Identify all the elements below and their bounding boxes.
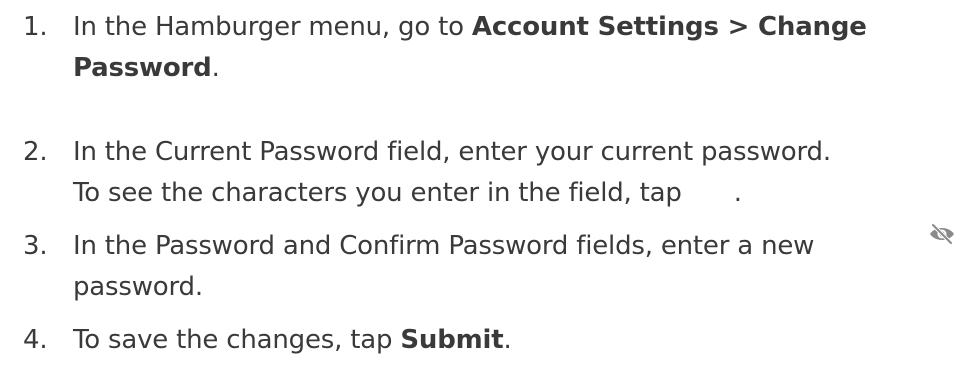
step-text: In the Current Password field, enter you…	[73, 132, 967, 214]
step-4-text: To save the changes, tap	[73, 325, 401, 355]
menu-path-bold-cont: Password	[73, 53, 212, 83]
step-1-text-prefix: In the Hamburger menu, go to	[73, 12, 472, 42]
submit-label-bold: Submit	[400, 325, 504, 355]
period: .	[503, 325, 512, 355]
step-text: To save the changes, tap Submit.	[73, 320, 967, 361]
period: .	[211, 53, 220, 83]
step-2-line-2: To see the characters you enter in the f…	[73, 178, 682, 208]
menu-path-bold: Account Settings > Change	[471, 12, 867, 42]
step-number: 2.	[23, 137, 48, 167]
step-text: In the Hamburger menu, go to Account Set…	[73, 7, 967, 89]
step-2-line-1: In the Current Password field, enter you…	[73, 137, 831, 167]
step-number: 4.	[23, 325, 48, 355]
period: .	[733, 178, 742, 208]
step-3-line-2: password.	[73, 272, 203, 302]
step-text: In the Password and Confirm Password fie…	[73, 226, 967, 308]
eye-slash-icon	[930, 223, 954, 245]
step-number: 1.	[23, 12, 48, 42]
step-3-line-1: In the Password and Confirm Password fie…	[73, 231, 815, 261]
step-number: 3.	[23, 231, 48, 261]
